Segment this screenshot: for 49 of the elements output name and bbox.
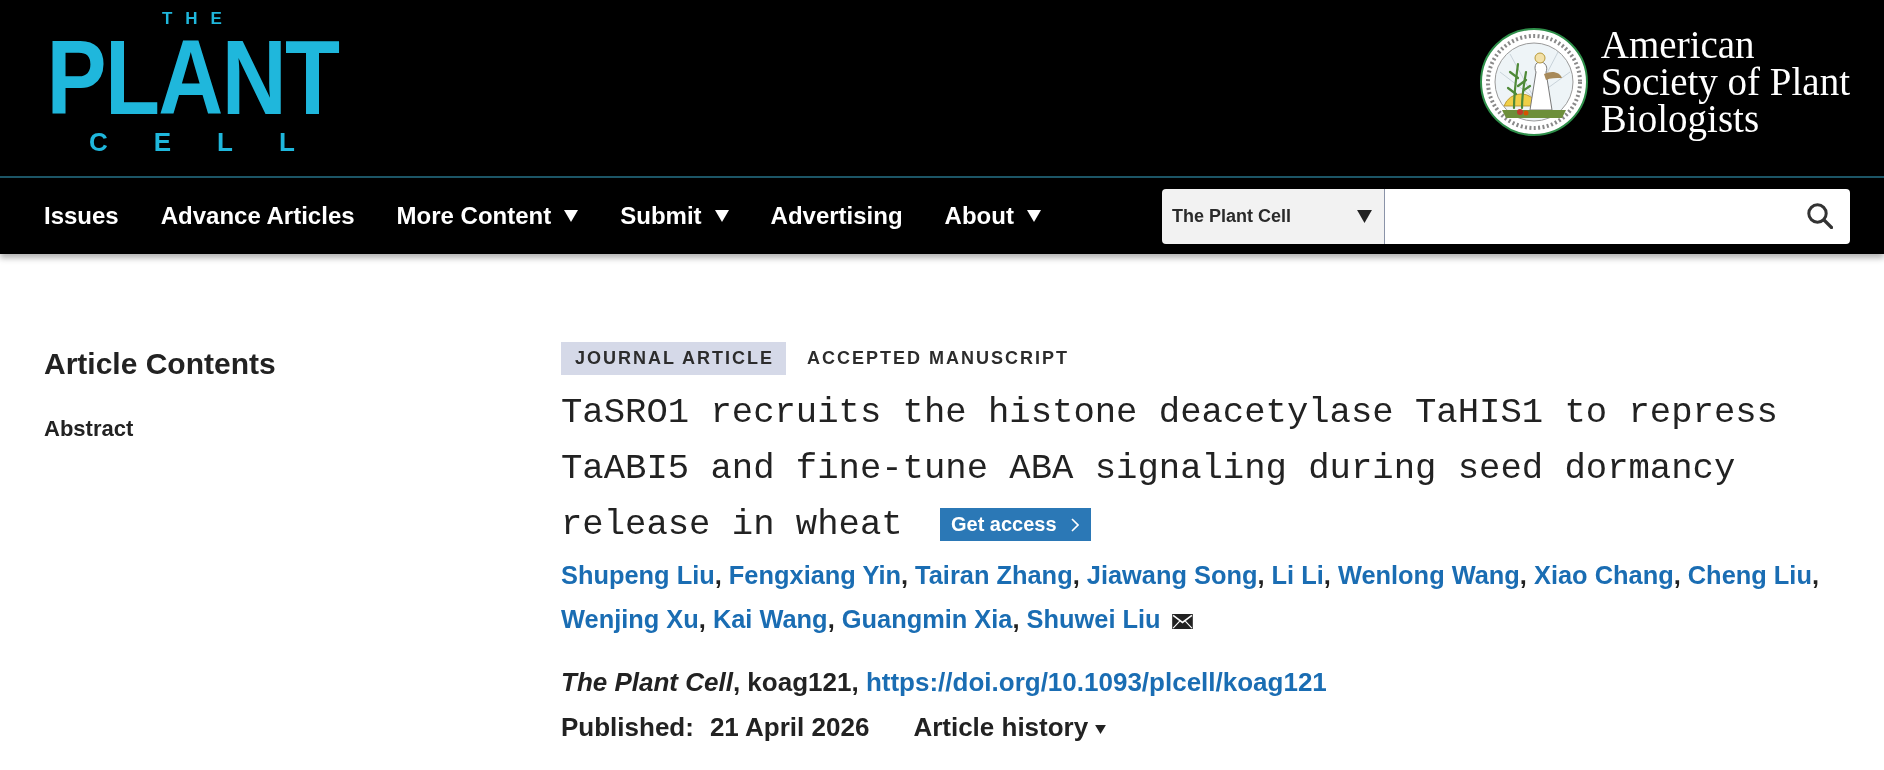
chevron-right-icon <box>1070 517 1079 532</box>
author-link[interactable]: Wenlong Wang <box>1337 561 1520 589</box>
nav-link[interactable]: About <box>944 202 1041 230</box>
sidebar-heading: Article Contents <box>44 346 276 382</box>
nav-link[interactable]: More Content <box>396 202 579 230</box>
comma-separator: , <box>714 561 722 589</box>
published-label: Published: <box>561 711 694 743</box>
search-button[interactable] <box>1790 188 1850 244</box>
comma-separator: , <box>1323 561 1331 589</box>
author-link[interactable]: Shupeng Liu <box>561 561 715 589</box>
comma-separator: , <box>1072 561 1080 589</box>
author-link[interactable]: Xiao Chang <box>1534 561 1674 589</box>
search-field[interactable] <box>1385 188 1790 244</box>
author-link[interactable]: Shuwei Liu <box>1026 605 1161 633</box>
author-link[interactable]: Fengxiang Yin <box>728 561 901 589</box>
caret-down-icon <box>1357 209 1372 223</box>
article-title: TaSRO1 recruits the histone deacetylase TaHIS1 to repress TaABI5 and fine-tune ABA signaling during seed dormancy release in wheat Get access <box>561 391 1779 547</box>
search-icon <box>1807 203 1833 229</box>
envelope-icon[interactable] <box>1171 614 1193 629</box>
author-link[interactable]: Kai Wang <box>712 605 828 633</box>
article-type-badge: JOURNAL ARTICLE <box>561 342 786 375</box>
comma-separator: , <box>901 561 909 589</box>
get-access-button[interactable]: Get access <box>939 508 1091 541</box>
author-link[interactable]: Li Li <box>1271 561 1324 589</box>
comma-separator: , <box>1673 561 1681 589</box>
caret-down-icon <box>1095 724 1107 734</box>
author-link[interactable]: Jiawang Song <box>1086 561 1258 589</box>
search-scope-dropdown[interactable]: The Plant Cell <box>1162 188 1385 244</box>
citation-text: The Plant Cell, koag121, https://doi.org/10.1093/plcell/koag121 <box>561 666 1328 699</box>
published-date: 21 April 2026 <box>709 711 870 743</box>
author-link[interactable]: Guangmin Xia <box>841 605 1013 633</box>
seal-emblem-icon <box>1479 27 1588 136</box>
comma-separator: , <box>1811 561 1819 589</box>
author-link[interactable]: Wenjing Xu <box>561 605 699 633</box>
nav-link[interactable]: Advance Articles <box>160 202 355 230</box>
nav-link[interactable]: Issues <box>44 202 119 230</box>
comma-separator: , <box>1519 561 1527 589</box>
article-status-label: ACCEPTED MANUSCRIPT <box>807 347 1070 370</box>
nav-link[interactable]: Submit <box>620 202 729 230</box>
comma-separator: , <box>698 605 706 633</box>
contents-link[interactable]: Abstract <box>44 414 134 444</box>
article-history-button[interactable]: Article history <box>913 711 1107 743</box>
author-link[interactable]: Tairan Zhang <box>915 561 1073 589</box>
doi-link[interactable]: https://doi.org/10.1093/plcell/koag121 <box>865 667 1327 697</box>
author-link[interactable]: Cheng Liu <box>1687 561 1812 589</box>
comma-separator: , <box>1012 605 1020 633</box>
nav-link[interactable]: Advertising <box>770 202 903 230</box>
comma-separator: , <box>827 605 835 633</box>
comma-separator: , <box>1257 561 1265 589</box>
